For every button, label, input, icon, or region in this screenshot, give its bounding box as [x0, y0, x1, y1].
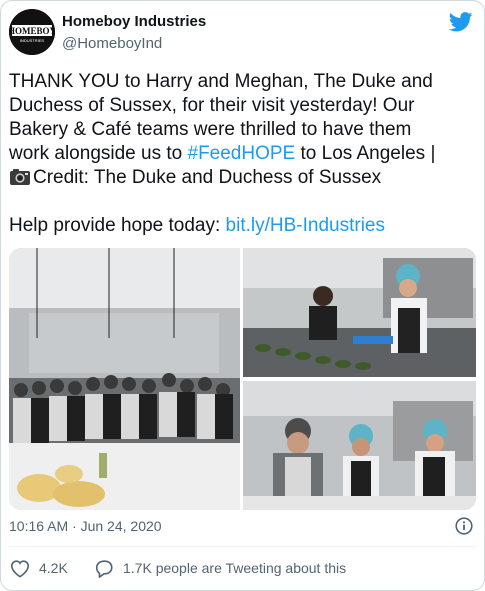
group-photo-image — [9, 248, 240, 510]
tweet-line: Bakery & Café teams were thrilled to hav… — [9, 119, 412, 140]
comment-icon — [95, 560, 113, 578]
reply-text: 1.7K people are Tweeting about this — [123, 560, 347, 576]
like-action[interactable]: 4.2K — [9, 558, 68, 578]
svg-text:HOMEBOY: HOMEBOY — [9, 26, 55, 36]
photo-bakery-line[interactable] — [243, 248, 476, 377]
divider — [9, 546, 476, 547]
like-count: 4.2K — [39, 560, 68, 576]
camera-emoji-icon — [10, 169, 30, 185]
credit-text: Credit: The Duke and Duchess of Sussex — [33, 167, 382, 188]
help-text: Help provide hope today: — [9, 215, 226, 236]
tweet-line-part: to Los Angeles | — [295, 143, 436, 164]
tweet-card: HOMEBOY INDUSTRIES Homeboy Industries @H… — [0, 0, 485, 591]
tweet-timestamp[interactable]: 10:16 AM · Jun 24, 2020 — [9, 518, 162, 534]
account-handle[interactable]: @HomeboyInd — [62, 35, 162, 52]
twitter-bird-icon[interactable] — [449, 12, 473, 32]
tweet-line: Credit: The Duke and Duchess of Sussex — [9, 166, 469, 190]
tweet-text: THANK YOU to Harry and Meghan, The Duke … — [9, 70, 469, 238]
homeboy-logo-icon: HOMEBOY INDUSTRIES — [9, 9, 55, 55]
photo-kitchen-work[interactable] — [243, 381, 476, 510]
tweet-line-part: work alongside us to — [9, 143, 188, 164]
bakery-line-image — [243, 248, 476, 377]
svg-text:INDUSTRIES: INDUSTRIES — [20, 38, 45, 43]
hashtag-link[interactable]: #FeedHOPE — [188, 143, 296, 164]
account-avatar[interactable]: HOMEBOY INDUSTRIES — [9, 9, 55, 55]
media-grid — [9, 248, 476, 510]
account-name[interactable]: Homeboy Industries — [62, 13, 206, 30]
tweet-line: work alongside us to #FeedHOPE to Los An… — [9, 142, 469, 166]
kitchen-work-image — [243, 381, 476, 510]
heart-icon — [10, 560, 30, 578]
info-icon[interactable] — [455, 517, 473, 535]
tweet-line: Help provide hope today: bit.ly/HB-Indus… — [9, 214, 469, 238]
photo-group[interactable] — [9, 248, 240, 510]
help-link[interactable]: bit.ly/HB-Industries — [226, 215, 385, 236]
tweet-line: Duchess of Sussex, for their visit yeste… — [9, 95, 415, 116]
reply-action[interactable]: 1.7K people are Tweeting about this — [93, 558, 346, 578]
tweet-line: THANK YOU to Harry and Meghan, The Duke … — [9, 71, 433, 92]
